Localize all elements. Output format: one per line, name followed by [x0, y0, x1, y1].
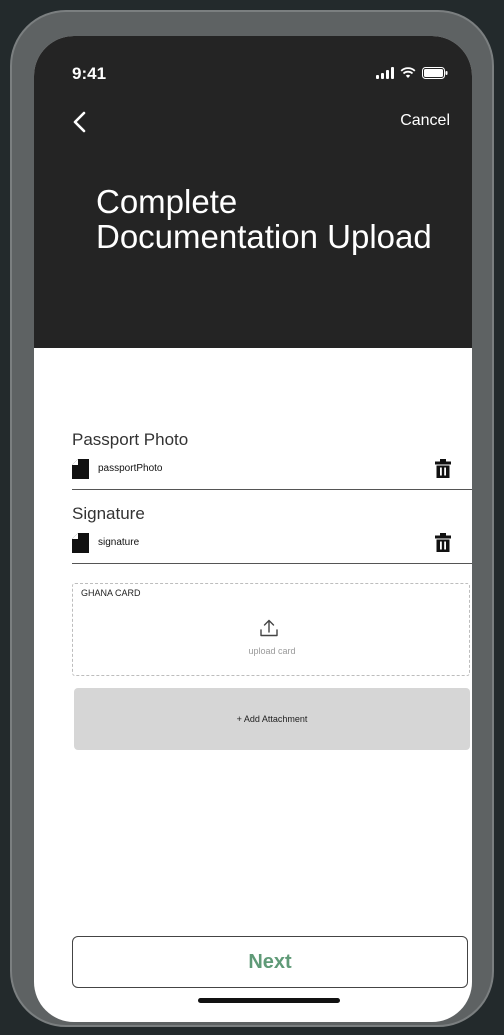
file-icon — [72, 459, 89, 479]
upload-hint: upload card — [248, 646, 296, 656]
document-row-signature: Signature signature — [72, 504, 472, 564]
status-icons — [376, 67, 448, 79]
phone-screen: 9:41 Cancel Complete Documentation Uploa… — [34, 36, 472, 1022]
add-attachment-button[interactable]: + Add Attachment — [74, 688, 470, 750]
trash-icon[interactable] — [434, 459, 452, 479]
document-row-passport-photo: Passport Photo passportPhoto — [72, 430, 472, 490]
ghana-card-upload-area[interactable]: GHANA CARD upload card — [72, 583, 470, 676]
page-title: Complete Documentation Upload — [96, 183, 432, 255]
upload-icon — [259, 618, 279, 638]
status-time: 9:41 — [72, 64, 107, 83]
cancel-button[interactable]: Cancel — [400, 112, 450, 130]
next-button[interactable]: Next — [72, 936, 468, 988]
file-name: passportPhoto — [98, 463, 163, 474]
upload-title: GHANA CARD — [81, 588, 141, 598]
trash-icon[interactable] — [434, 533, 452, 553]
home-indicator — [198, 998, 340, 1003]
file-line: signature — [72, 533, 472, 553]
content: Passport Photo passportPhoto Signature s… — [34, 348, 472, 1022]
signal-icon — [376, 67, 394, 79]
phone-frame: 9:41 Cancel Complete Documentation Uploa… — [10, 10, 494, 1027]
file-icon — [72, 533, 89, 553]
back-chevron-icon[interactable] — [70, 110, 90, 134]
wifi-icon — [400, 67, 416, 79]
document-label: Passport Photo — [72, 430, 189, 449]
file-name: signature — [98, 537, 140, 548]
battery-icon — [422, 67, 448, 79]
header: 9:41 Cancel Complete Documentation Uploa… — [34, 36, 472, 348]
document-label: Signature — [72, 504, 145, 523]
file-line: passportPhoto — [72, 459, 472, 479]
